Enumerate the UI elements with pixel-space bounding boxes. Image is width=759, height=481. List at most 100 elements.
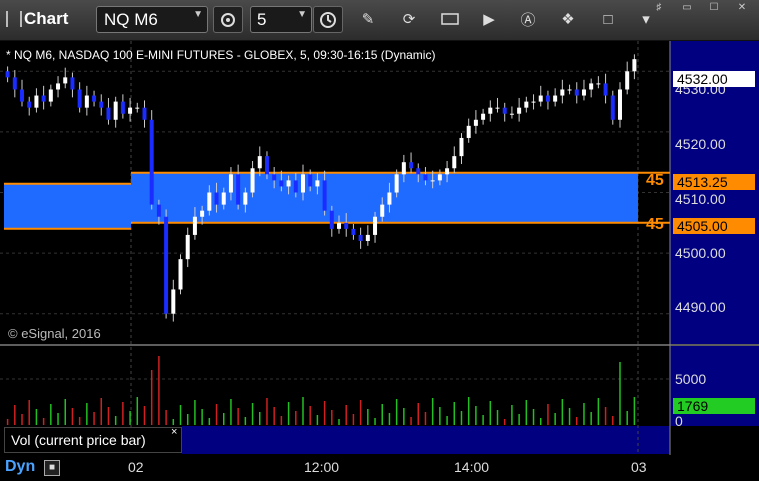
window-title: Chart — [24, 9, 69, 28]
candle-body — [84, 95, 89, 108]
symbol-input[interactable]: NQ M6 ▼ — [96, 6, 208, 33]
copyright-text: © eSignal, 2016 — [8, 326, 101, 341]
interval-input[interactable]: 5 ▼ — [250, 6, 312, 33]
candle-body — [178, 259, 183, 290]
candle-body — [56, 83, 61, 90]
candle-body — [12, 77, 17, 90]
candle-body — [545, 95, 550, 102]
candle-body — [625, 71, 630, 90]
current-zone-rect — [131, 172, 638, 223]
candle-body — [409, 162, 414, 169]
candle-body — [99, 101, 104, 108]
candle-body — [164, 216, 169, 314]
candle-body — [27, 101, 32, 108]
candle-body — [567, 89, 572, 91]
dynamic-mode-label[interactable]: Dyn — [5, 458, 35, 476]
candle-body — [387, 192, 392, 205]
candle-body — [517, 107, 522, 114]
maximize-icon[interactable]: ☐ — [705, 1, 723, 15]
candle-body — [48, 89, 53, 102]
x-tick-label: 03 — [631, 459, 647, 475]
chevron-down-icon[interactable]: ▼ — [193, 9, 203, 20]
link-icon[interactable]: ♯ — [650, 1, 668, 15]
time-template-button[interactable] — [313, 6, 343, 33]
candle-body — [63, 77, 68, 84]
candle-body — [185, 234, 190, 260]
candle-body — [358, 234, 363, 241]
candle-body — [228, 174, 233, 193]
candle-body — [315, 180, 320, 187]
chart-title: * NQ M6, NASDAQ 100 E-MINI FUTURES - GLO… — [6, 48, 436, 62]
candle-body — [34, 95, 39, 108]
candle-body — [394, 174, 399, 193]
candle-body — [538, 95, 543, 102]
candle-body — [337, 222, 342, 229]
candle-body — [106, 107, 111, 120]
candle-body — [589, 83, 594, 90]
volume-legend[interactable]: Vol (current price bar) — [4, 427, 182, 453]
candle-body — [488, 107, 493, 114]
candle-body — [41, 95, 46, 102]
candle-body — [293, 180, 298, 193]
price-chart[interactable] — [0, 41, 759, 481]
candle-body — [264, 156, 269, 175]
studies-icon[interactable] — [439, 8, 461, 30]
interval-settings-button[interactable] — [213, 6, 243, 33]
candle-body — [171, 289, 176, 314]
candle-body — [300, 174, 305, 193]
prior-zone-rect — [4, 183, 131, 229]
close-legend-icon[interactable]: × — [171, 426, 177, 438]
clock-icon — [320, 11, 336, 28]
alert-icon[interactable]: Ⓐ — [517, 8, 539, 30]
current-volume-box: 1769 — [673, 398, 755, 414]
candle-body — [466, 125, 471, 138]
candle-body — [373, 216, 378, 235]
candle-body — [581, 89, 586, 96]
candle-body — [77, 89, 82, 108]
level-label-upper: 45 — [646, 172, 664, 189]
grip-icon[interactable] — [6, 11, 22, 27]
y-tick-label: 4520.00 — [675, 136, 726, 152]
refresh-icon[interactable]: ⟳ — [398, 8, 420, 30]
close-icon[interactable]: ✕ — [733, 1, 751, 15]
candle-body — [401, 162, 406, 175]
draw-pencil-icon[interactable]: ✎ — [357, 8, 379, 30]
restore-icon[interactable]: ▭ — [678, 1, 696, 15]
candle-body — [502, 107, 507, 114]
y-tick-label: 4510.00 — [675, 191, 726, 207]
symbol-value: NQ M6 — [104, 10, 158, 29]
candle-body — [459, 137, 464, 157]
window-titlebar: Chart NQ M6 ▼ 5 ▼ ✎ ⟳ ▶ Ⓐ ❖ □ ▾ ♯ ▭ ☐ ✕ — [0, 0, 759, 41]
candle-body — [70, 77, 75, 90]
candle-body — [445, 168, 450, 175]
x-tick-label: 02 — [128, 459, 144, 475]
candle-body — [214, 192, 219, 205]
level-label-lower: 45 — [646, 216, 664, 233]
candle-body — [430, 180, 435, 182]
candle-body — [5, 71, 10, 78]
legend-strip-bg — [182, 426, 670, 454]
candle-body — [365, 234, 370, 241]
candle-body — [481, 113, 486, 120]
candle-body — [20, 89, 25, 102]
candle-body — [610, 95, 615, 120]
comment-icon[interactable]: □ — [597, 8, 619, 30]
trade-icon[interactable]: ❖ — [557, 8, 579, 30]
candle-body — [128, 107, 133, 114]
replay-icon[interactable]: ▶ — [478, 8, 500, 30]
candle-body — [192, 216, 197, 235]
candle-body — [329, 210, 334, 229]
volume-tick-label: 5000 — [675, 371, 707, 387]
candle-body — [437, 174, 442, 181]
candle-body — [380, 204, 385, 217]
interval-chevron-down-icon[interactable]: ▼ — [297, 9, 307, 20]
candle-body — [156, 204, 161, 217]
candle-body — [207, 192, 212, 211]
candle-body — [200, 210, 205, 217]
candle-body — [322, 180, 327, 211]
candle-body — [142, 107, 147, 120]
x-tick-label: 14:00 — [454, 459, 490, 475]
lock-icon[interactable]: ■ — [44, 460, 60, 476]
y-tick-label: 4490.00 — [675, 299, 726, 315]
candle-body — [603, 83, 608, 96]
